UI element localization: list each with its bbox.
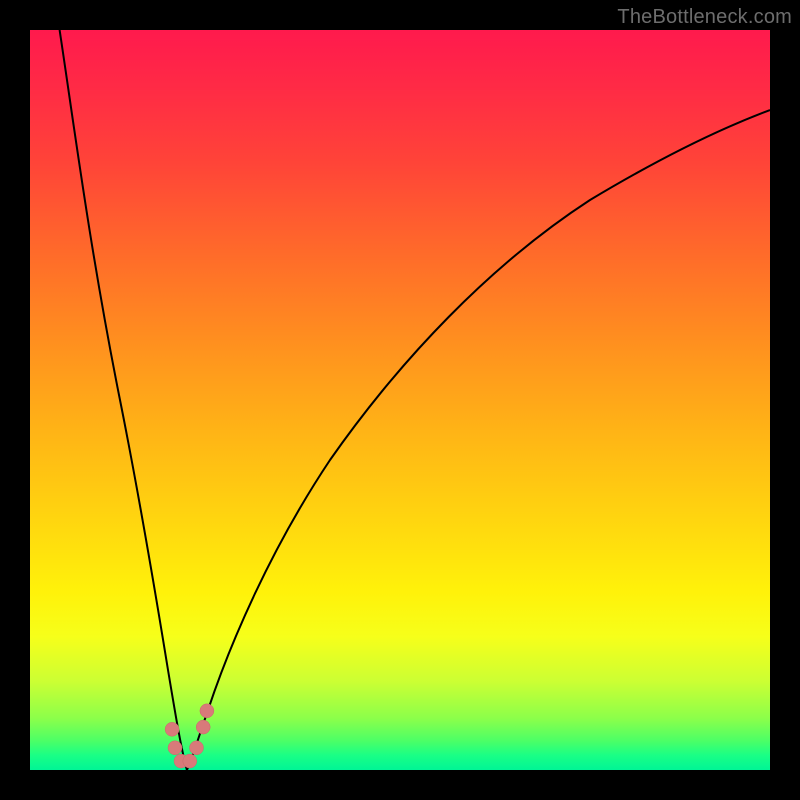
marker-point xyxy=(196,720,210,734)
marker-point xyxy=(183,754,197,768)
plot-area xyxy=(30,30,770,770)
marker-point xyxy=(165,722,179,736)
highlighted-markers xyxy=(165,704,214,768)
marker-point xyxy=(190,741,204,755)
marker-point xyxy=(168,741,182,755)
watermark-text: TheBottleneck.com xyxy=(617,6,792,29)
curve-layer xyxy=(30,30,770,770)
bottleneck-curve-left xyxy=(60,30,187,770)
chart-frame: TheBottleneck.com xyxy=(0,0,800,800)
marker-point xyxy=(200,704,214,718)
bottleneck-curve-right xyxy=(187,110,770,770)
